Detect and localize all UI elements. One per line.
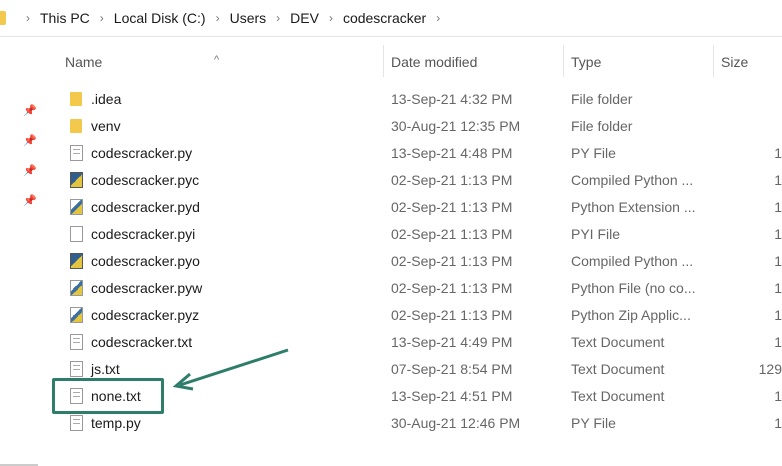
annotation-arrow <box>172 348 289 391</box>
